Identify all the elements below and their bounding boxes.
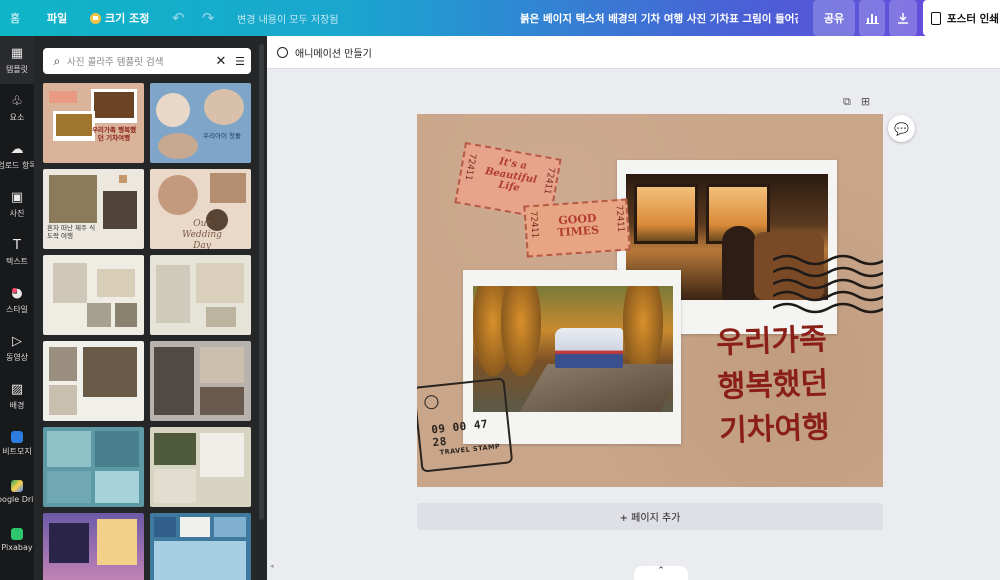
editor-subbar: 애니메이션 만들기 <box>267 36 1000 69</box>
bitmoji-icon <box>11 431 23 443</box>
thumb-caption: 혼자 떠난 제주 식도락 여행 <box>47 224 96 240</box>
template-thumb[interactable]: 우리아이 첫돌 <box>150 83 251 163</box>
template-grid: 우리가족 행복했던 기차여행 우리아이 첫돌 혼자 떠난 제주 식도락 여행 O… <box>43 83 253 580</box>
stamp-circle-icon <box>423 394 440 410</box>
left-rail: ▦ 템플릿 ♧ 요소 ☁ 업로드 항목 ▣ 사진 T 텍스트 ◕ 스타일 ▷ 동영상 ▨ 배경 … <box>0 36 34 580</box>
print-poster-label: 포스터 인쇄 <box>947 12 999 25</box>
good-times-ticket[interactable]: 72411 GOOD TIMES 72411 <box>523 198 631 258</box>
ticket-number: 72411 <box>527 210 540 239</box>
template-search[interactable]: ⌕ 사진 콜라주 템플릿 검색 ✕ ☰ <box>43 48 251 74</box>
background-icon: ▨ <box>10 381 24 397</box>
resize-label: 크기 조정 <box>105 12 150 25</box>
duplicate-page-icon[interactable]: ⧉ <box>843 95 851 109</box>
download-button[interactable] <box>889 0 917 36</box>
animate-label: 애니메이션 만들기 <box>295 49 372 60</box>
search-input[interactable]: 사진 콜라주 템플릿 검색 <box>67 54 213 68</box>
filter-icon[interactable]: ☰ <box>229 55 251 68</box>
search-icon: ⌕ <box>53 53 61 68</box>
add-page-icon[interactable]: ⊞ <box>861 95 870 109</box>
print-poster-button[interactable]: 포스터 인쇄 <box>923 0 1000 36</box>
upload-icon: ☁ <box>10 141 24 157</box>
download-icon <box>898 13 908 24</box>
animate-button[interactable]: 애니메이션 만들기 <box>277 36 372 69</box>
ticket-text: It's a Beautiful Life <box>484 156 538 195</box>
clear-search-icon[interactable]: ✕ <box>213 54 229 69</box>
document-title[interactable]: 붉은 베이지 텍스처 배경의 기차 여행 사진 기차표 그림이 들어간 ... <box>520 0 798 36</box>
panel-scrollbar[interactable] <box>259 44 264 520</box>
template-icon: ▦ <box>10 45 24 61</box>
template-thumb[interactable] <box>43 341 144 421</box>
crown-icon <box>90 12 101 24</box>
resize-button[interactable]: 크기 조정 <box>90 0 149 36</box>
template-thumb[interactable]: 혼자 떠난 제주 식도락 여행 <box>43 169 144 249</box>
insights-button[interactable] <box>859 0 885 36</box>
template-thumb[interactable]: 우리가족 행복했던 기차여행 <box>43 83 144 163</box>
comment-button[interactable]: 💬 <box>888 115 915 142</box>
comment-icon: 💬 <box>894 121 909 136</box>
travel-stamp[interactable]: 09 00 47 28 TRAVEL STAMP <box>417 377 514 473</box>
rail-item-templates[interactable]: ▦ 템플릿 <box>0 36 34 84</box>
template-thumb[interactable]: Our Wedding Day <box>150 169 251 249</box>
postmark-waves <box>773 254 883 314</box>
video-icon: ▷ <box>12 333 22 349</box>
top-toolbar: 홈 파일 크기 조정 ↶ ↷ 변경 내용이 모두 저장됨 붉은 베이지 텍스처 … <box>0 0 1000 36</box>
rail-item-photos[interactable]: ▣ 사진 <box>0 180 34 228</box>
templates-panel: ⌕ 사진 콜라주 템플릿 검색 ✕ ☰ 우리가족 행복했던 기차여행 우리아이 … <box>34 36 267 580</box>
template-thumb[interactable] <box>150 513 251 580</box>
ticket-number: 72411 <box>541 166 556 195</box>
rail-item-bitmoji[interactable]: 비트모지 <box>0 420 34 468</box>
animation-icon <box>277 47 288 58</box>
file-menu-button[interactable]: 파일 <box>47 0 67 36</box>
template-thumb[interactable] <box>150 341 251 421</box>
headline-text[interactable]: 우리가족 행복했던 기차여행 <box>691 317 856 455</box>
rail-item-styles[interactable]: ◕ 스타일 <box>0 276 34 324</box>
page-actions: ⧉ ⊞ <box>843 95 870 109</box>
notification-dot <box>12 288 17 293</box>
rail-item-text[interactable]: T 텍스트 <box>0 228 34 276</box>
template-thumb[interactable] <box>150 427 251 507</box>
headline-line: 기차여행 <box>718 410 831 449</box>
design-page[interactable]: 72411 It's a Beautiful Life 72411 72411 … <box>417 114 883 487</box>
thumb-caption: 우리아이 첫돌 <box>203 132 241 140</box>
rail-item-background[interactable]: ▨ 배경 <box>0 372 34 420</box>
template-thumb[interactable] <box>43 255 144 335</box>
elements-icon: ♧ <box>11 93 23 109</box>
headline-line: 우리가족 <box>715 322 828 361</box>
thumb-caption: Our Wedding Day <box>182 219 222 249</box>
template-thumb[interactable] <box>43 513 144 580</box>
rail-item-elements[interactable]: ♧ 요소 <box>0 84 34 132</box>
save-status: 변경 내용이 모두 저장됨 <box>237 14 339 26</box>
add-page-button[interactable]: + 페이지 추가 <box>417 503 883 530</box>
bar-chart-icon <box>865 14 879 24</box>
thumb-caption: 우리가족 행복했던 기차여행 <box>91 126 137 142</box>
google-drive-icon <box>11 480 23 492</box>
undo-icon[interactable]: ↶ <box>172 0 185 36</box>
rail-item-google-drive[interactable]: Google Drive <box>0 468 34 516</box>
template-thumb[interactable] <box>43 427 144 507</box>
pixabay-icon <box>11 528 23 540</box>
photo-icon: ▣ <box>10 189 24 205</box>
show-pages-toggle[interactable]: ⌃ <box>634 566 688 580</box>
ticket-text: GOOD TIMES <box>556 211 600 240</box>
ticket-number: 72411 <box>613 204 626 233</box>
share-button[interactable]: 공유 <box>813 0 855 36</box>
template-thumb[interactable] <box>150 255 251 335</box>
ticket-number: 72411 <box>462 152 478 181</box>
rail-item-video[interactable]: ▷ 동영상 <box>0 324 34 372</box>
chevron-up-icon: ⌃ <box>657 566 665 576</box>
rail-item-uploads[interactable]: ☁ 업로드 항목 <box>0 132 34 180</box>
home-button[interactable]: 홈 <box>10 0 20 36</box>
rail-item-pixabay[interactable]: Pixabay <box>0 516 34 564</box>
headline-line: 행복했던 <box>717 366 829 405</box>
text-icon: T <box>13 237 21 253</box>
redo-icon[interactable]: ↷ <box>202 0 215 36</box>
poster-icon <box>931 11 941 25</box>
